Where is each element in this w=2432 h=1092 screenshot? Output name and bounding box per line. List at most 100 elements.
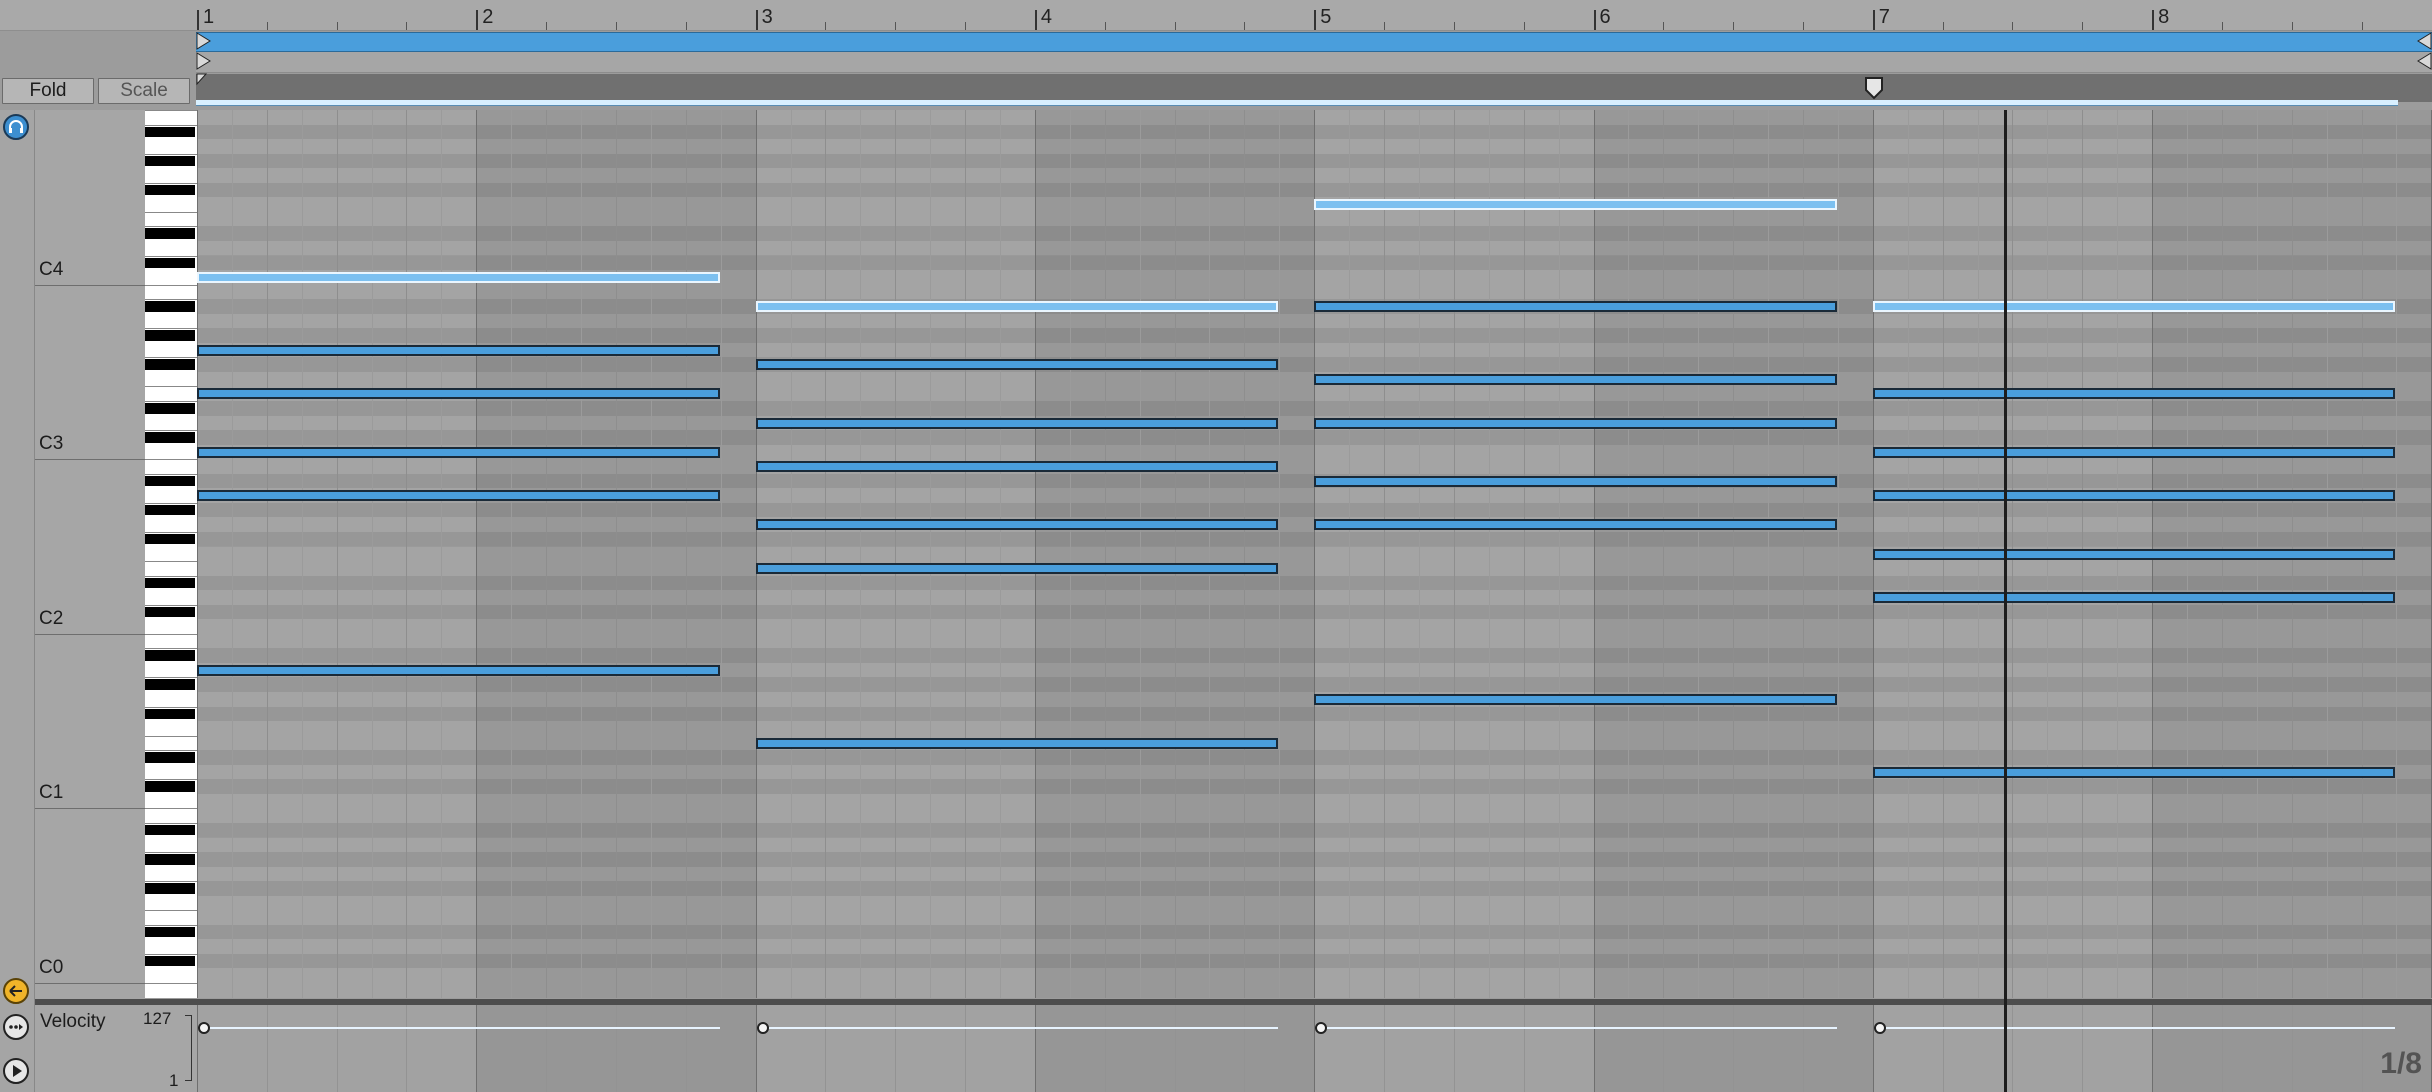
midi-note[interactable] xyxy=(755,737,1279,749)
white-key-edge[interactable] xyxy=(145,910,197,912)
midi-note[interactable] xyxy=(1314,475,1837,487)
white-key-edge[interactable] xyxy=(145,255,197,257)
midi-note[interactable] xyxy=(197,490,720,502)
black-key[interactable] xyxy=(145,824,195,836)
white-key-edge[interactable] xyxy=(145,473,197,475)
white-key-edge[interactable] xyxy=(145,575,197,577)
note-editor-grid[interactable] xyxy=(197,110,2432,998)
midi-note[interactable] xyxy=(755,461,1279,473)
black-key[interactable] xyxy=(145,126,195,138)
black-key[interactable] xyxy=(145,184,195,196)
midi-note-selected[interactable] xyxy=(197,272,720,284)
white-key-edge[interactable] xyxy=(145,328,197,330)
midi-note-selected[interactable] xyxy=(1872,301,2396,313)
white-key-edge[interactable] xyxy=(145,182,197,184)
midi-note-selected[interactable] xyxy=(755,301,1279,313)
midi-note[interactable] xyxy=(755,563,1279,575)
velocity-editor[interactable]: 1/8 xyxy=(197,1005,2432,1092)
midi-note[interactable] xyxy=(197,344,720,356)
white-key-edge[interactable] xyxy=(145,211,197,213)
white-key-edge[interactable] xyxy=(145,357,197,359)
black-key[interactable] xyxy=(145,679,195,690)
white-key-edge[interactable] xyxy=(145,386,197,388)
midi-note[interactable] xyxy=(197,446,720,458)
black-key[interactable] xyxy=(145,359,195,370)
midi-note[interactable] xyxy=(1314,301,1837,313)
black-key[interactable] xyxy=(145,257,195,269)
arrow-left-icon[interactable] xyxy=(3,978,29,1004)
black-key[interactable] xyxy=(145,301,195,312)
white-key-edge[interactable] xyxy=(145,881,197,883)
white-key-edge[interactable] xyxy=(145,852,197,854)
midi-note[interactable] xyxy=(1872,766,2396,778)
velocity-handle[interactable] xyxy=(1873,1022,1886,1034)
play-icon[interactable] xyxy=(3,1058,29,1084)
midi-note[interactable] xyxy=(755,359,1279,371)
black-key[interactable] xyxy=(145,533,195,545)
black-key[interactable] xyxy=(145,752,195,763)
midi-note[interactable] xyxy=(1872,490,2396,502)
white-key-edge[interactable] xyxy=(145,430,197,432)
white-key-edge[interactable] xyxy=(145,706,197,708)
white-key-edge[interactable] xyxy=(145,750,197,752)
black-key[interactable] xyxy=(145,854,195,865)
midi-note[interactable] xyxy=(755,417,1279,429)
fold-button[interactable]: Fold xyxy=(2,78,94,104)
midi-note[interactable] xyxy=(197,664,720,676)
white-key-edge[interactable] xyxy=(145,677,197,679)
clip-region-bar[interactable] xyxy=(196,52,2432,73)
white-key-edge[interactable] xyxy=(145,502,197,504)
velocity-handle[interactable] xyxy=(1315,1022,1328,1034)
white-key-edge[interactable] xyxy=(145,822,197,824)
white-key-edge[interactable] xyxy=(145,604,197,606)
white-key-edge[interactable] xyxy=(145,299,197,301)
white-key-edge[interactable] xyxy=(145,633,197,635)
white-key-edge[interactable] xyxy=(145,779,197,781)
midi-note[interactable] xyxy=(755,519,1279,531)
black-key[interactable] xyxy=(145,955,195,967)
white-key-edge[interactable] xyxy=(145,110,197,111)
white-key-edge[interactable] xyxy=(145,226,197,228)
midi-note[interactable] xyxy=(1314,373,1837,385)
midi-note[interactable] xyxy=(1872,388,2396,400)
black-key[interactable] xyxy=(145,155,195,167)
headphones-icon[interactable] xyxy=(3,114,29,140)
black-key[interactable] xyxy=(145,606,195,618)
midi-note[interactable] xyxy=(1314,694,1837,705)
loop-brace[interactable] xyxy=(196,32,2432,52)
midi-note[interactable] xyxy=(1314,519,1837,531)
white-key-edge[interactable] xyxy=(145,284,197,286)
white-key-edge[interactable] xyxy=(145,735,197,737)
midi-note[interactable] xyxy=(1872,446,2396,458)
loop-end-flags[interactable] xyxy=(2414,32,2432,74)
scale-button[interactable]: Scale xyxy=(98,78,190,104)
white-key-edge[interactable] xyxy=(145,153,197,155)
more-icon[interactable] xyxy=(3,1014,29,1040)
white-key-edge[interactable] xyxy=(145,808,197,810)
midi-note-selected[interactable] xyxy=(1314,199,1837,211)
velocity-handle[interactable] xyxy=(756,1022,769,1034)
loop-start-flags[interactable] xyxy=(196,32,212,104)
white-key-edge[interactable] xyxy=(145,531,197,533)
white-key-edge[interactable] xyxy=(145,648,197,650)
black-key[interactable] xyxy=(145,330,195,341)
black-key[interactable] xyxy=(145,504,195,516)
white-key-edge[interactable] xyxy=(145,459,197,461)
piano-keyboard[interactable] xyxy=(145,110,198,998)
start-end-marker-bar[interactable] xyxy=(196,74,2432,102)
black-key[interactable] xyxy=(145,403,195,414)
midi-note[interactable] xyxy=(1872,592,2396,604)
white-key-edge[interactable] xyxy=(145,953,197,955)
white-key-edge[interactable] xyxy=(145,124,197,126)
midi-note[interactable] xyxy=(1872,548,2396,560)
midi-note[interactable] xyxy=(197,388,720,400)
velocity-handle[interactable] xyxy=(198,1022,210,1034)
white-key-edge[interactable] xyxy=(145,561,197,563)
black-key[interactable] xyxy=(145,228,195,239)
black-key[interactable] xyxy=(145,475,195,487)
end-marker-icon[interactable] xyxy=(1864,76,1884,100)
white-key-edge[interactable] xyxy=(145,401,197,402)
black-key[interactable] xyxy=(145,708,195,720)
black-key[interactable] xyxy=(145,577,195,589)
black-key[interactable] xyxy=(145,650,195,661)
